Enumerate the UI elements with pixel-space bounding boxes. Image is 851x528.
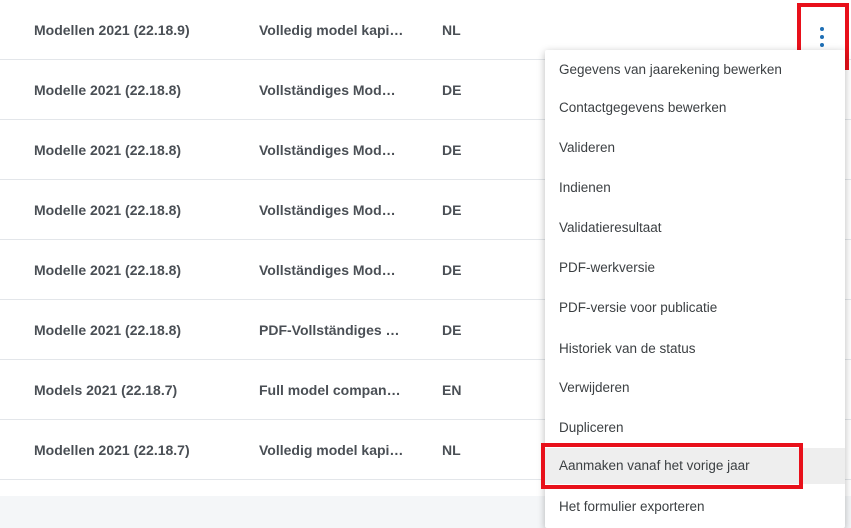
model-name-cell: Models 2021 (22.18.7) bbox=[34, 382, 178, 398]
model-name-cell: Modelle 2021 (22.18.8) bbox=[34, 262, 182, 278]
description-cell: Volledig model kapi… bbox=[259, 22, 404, 38]
model-name-cell: Modelle 2021 (22.18.8) bbox=[34, 142, 182, 158]
language-cell: DE bbox=[442, 142, 462, 158]
menu-item-create-from-previous-year[interactable]: Aanmaken vanaf het vorige jaar bbox=[545, 448, 845, 484]
language-cell: DE bbox=[442, 82, 462, 98]
model-name-cell: Modelle 2021 (22.18.8) bbox=[34, 202, 182, 218]
description-cell: PDF-Vollständiges … bbox=[259, 322, 400, 338]
description-cell: Vollständiges Mod… bbox=[259, 202, 396, 218]
model-name-cell: Modelle 2021 (22.18.8) bbox=[34, 82, 182, 98]
menu-item-validation-result[interactable]: Validatieresultaat bbox=[545, 210, 845, 246]
description-cell: Full model compan… bbox=[259, 382, 401, 398]
model-name-cell: Modellen 2021 (22.18.9) bbox=[34, 22, 190, 38]
description-cell: Vollständiges Mod… bbox=[259, 262, 396, 278]
description-cell: Vollständiges Mod… bbox=[259, 82, 396, 98]
menu-item-validate[interactable]: Valideren bbox=[545, 130, 845, 166]
menu-item-pdf-publication[interactable]: PDF-versie voor publicatie bbox=[545, 290, 845, 326]
language-cell: DE bbox=[442, 262, 462, 278]
menu-item-delete[interactable]: Verwijderen bbox=[545, 370, 845, 406]
description-cell: Volledig model kapi… bbox=[259, 442, 404, 458]
model-name-cell: Modellen 2021 (22.18.7) bbox=[34, 442, 190, 458]
menu-item-edit-financial-statement[interactable]: Gegevens van jaarekening bewerken bbox=[545, 52, 845, 88]
model-name-cell: Modelle 2021 (22.18.8) bbox=[34, 322, 182, 338]
menu-item-pdf-draft[interactable]: PDF-werkversie bbox=[545, 250, 845, 286]
row-actions-button[interactable] bbox=[812, 24, 832, 50]
language-cell: DE bbox=[442, 202, 462, 218]
menu-item-submit[interactable]: Indienen bbox=[545, 170, 845, 206]
description-cell: Vollständiges Mod… bbox=[259, 142, 396, 158]
menu-item-status-history[interactable]: Historiek van de status bbox=[545, 331, 845, 367]
menu-item-duplicate[interactable]: Dupliceren bbox=[545, 410, 845, 446]
language-cell: DE bbox=[442, 322, 462, 338]
menu-item-export-form[interactable]: Het formulier exporteren bbox=[545, 489, 845, 525]
language-cell: NL bbox=[442, 22, 461, 38]
language-cell: NL bbox=[442, 442, 461, 458]
kebab-dot bbox=[820, 27, 824, 31]
language-cell: EN bbox=[442, 382, 462, 398]
menu-item-edit-contact-details[interactable]: Contactgegevens bewerken bbox=[545, 90, 845, 126]
kebab-dot bbox=[820, 43, 824, 47]
row-context-menu: Gegevens van jaarekening bewerken Contac… bbox=[545, 50, 845, 528]
kebab-dot bbox=[820, 35, 824, 39]
